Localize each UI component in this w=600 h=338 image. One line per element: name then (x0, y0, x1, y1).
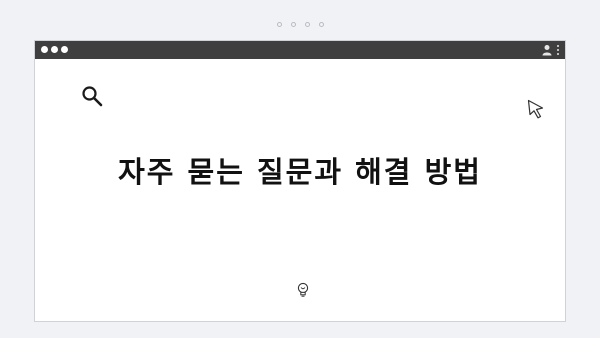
window-control-dot[interactable] (51, 46, 58, 53)
titlebar-actions (542, 44, 559, 56)
browser-window: 자주 묻는 질문과 해결 방법 (34, 40, 566, 322)
lightbulb-icon (297, 282, 309, 297)
pagination-dot[interactable] (304, 22, 310, 27)
user-icon[interactable] (542, 44, 552, 56)
window-titlebar (35, 41, 565, 59)
pagination-dot[interactable] (318, 22, 324, 27)
window-controls (41, 46, 68, 53)
window-control-dot[interactable] (41, 46, 48, 53)
pagination-dot[interactable] (276, 22, 282, 27)
kebab-menu-icon[interactable] (557, 45, 559, 55)
search-icon[interactable] (81, 85, 103, 107)
cursor-arrow-icon (527, 99, 544, 119)
pagination-dots (0, 22, 600, 27)
pagination-dot[interactable] (290, 22, 296, 27)
page-title: 자주 묻는 질문과 해결 방법 (118, 155, 482, 189)
window-control-dot[interactable] (61, 46, 68, 53)
